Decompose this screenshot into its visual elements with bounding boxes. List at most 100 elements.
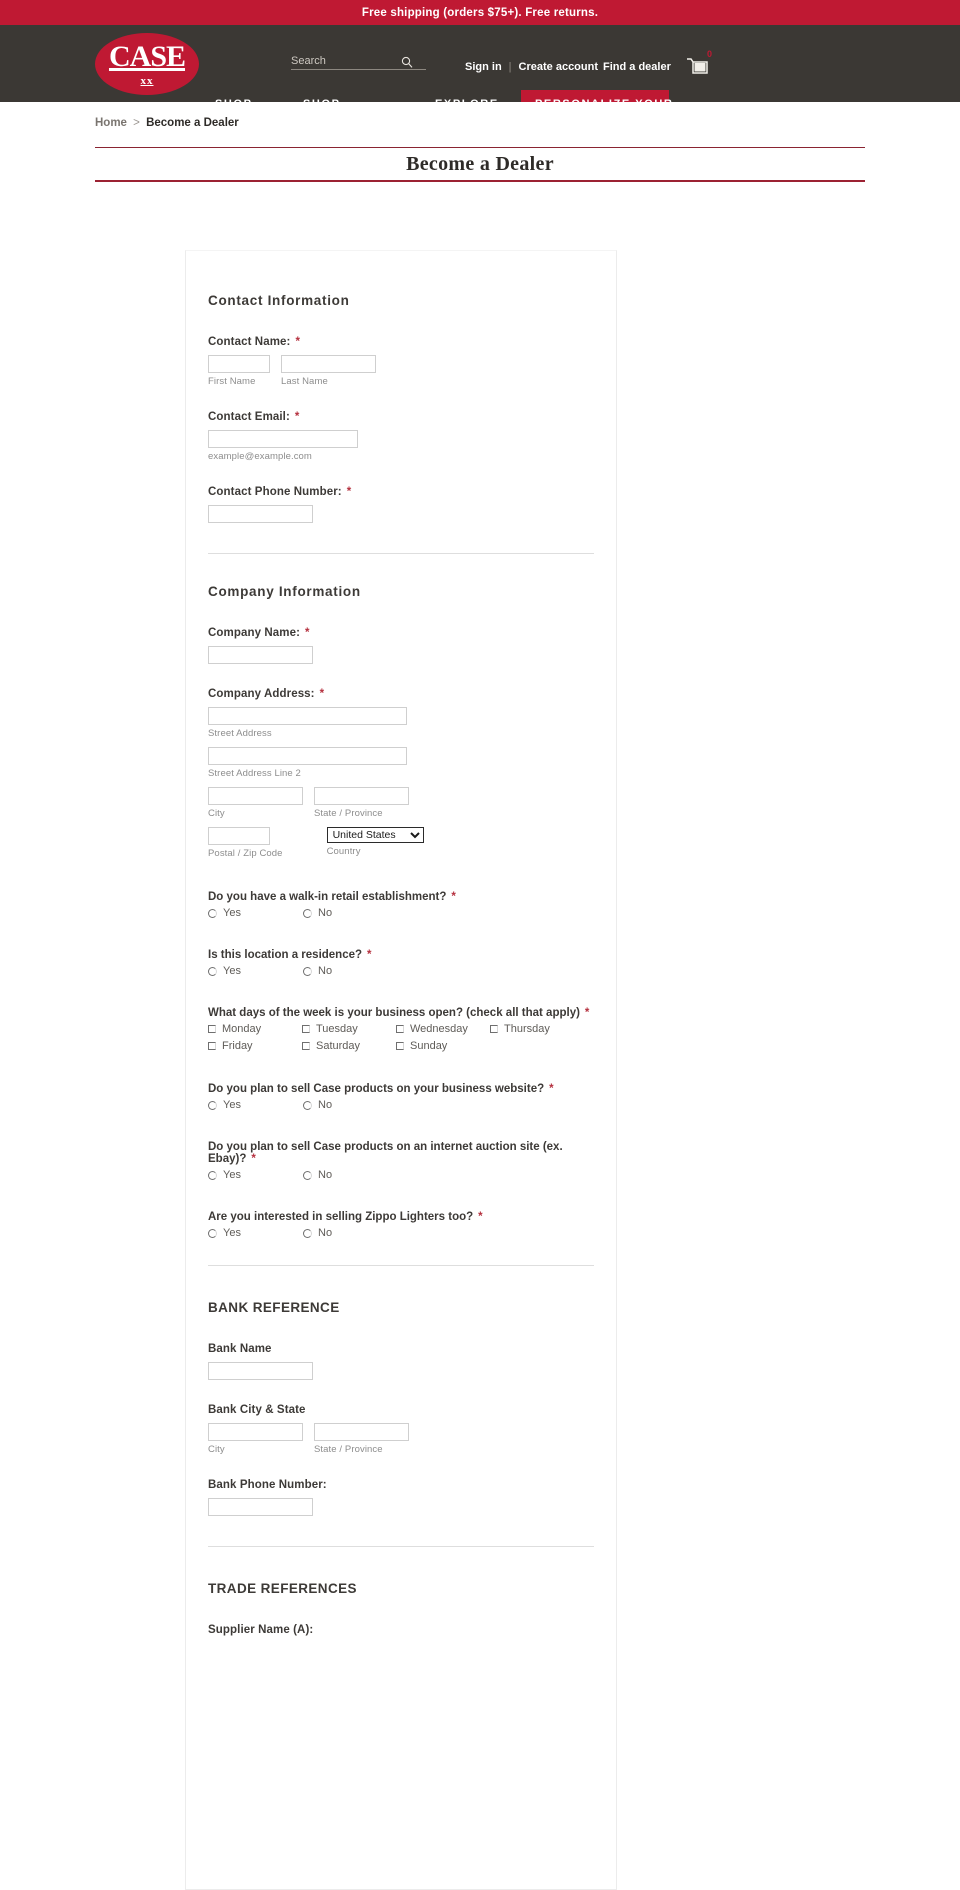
checkbox-day-wednesday[interactable]: Wednesday: [396, 1023, 490, 1035]
checkbox-icon[interactable]: [302, 1042, 310, 1050]
label-question-location-residence-text: Is this location a residence?: [208, 949, 363, 961]
radio-walk-in-retail-yes[interactable]: Yes: [208, 907, 303, 919]
brand-logo-word: CASE: [108, 40, 186, 73]
input-contact-phone[interactable]: [208, 505, 313, 523]
sublabel-company-postal: Postal / Zip Code: [208, 848, 283, 859]
radio-icon[interactable]: [208, 908, 217, 918]
radio-zippo-lighters-yes-label: Yes: [223, 1227, 241, 1239]
checkbox-day-monday[interactable]: Monday: [208, 1023, 302, 1035]
brand-logo-mark: xx: [140, 75, 154, 87]
radio-icon[interactable]: [303, 1228, 312, 1238]
checkbox-day-tuesday[interactable]: Tuesday: [302, 1023, 396, 1035]
sign-in-link[interactable]: Sign in: [465, 61, 502, 73]
checkbox-day-saturday[interactable]: Saturday: [302, 1040, 396, 1052]
radio-icon[interactable]: [208, 1100, 217, 1110]
radio-icon[interactable]: [303, 1100, 312, 1110]
input-contact-email[interactable]: [208, 430, 358, 448]
nav-item-personalize-your-blade[interactable]: PERSONALIZE YOUR BLADE: [521, 90, 672, 102]
label-company-name-text: Company Name:: [208, 627, 301, 639]
input-company-state[interactable]: [314, 787, 409, 805]
input-bank-phone[interactable]: [208, 1498, 313, 1516]
sublabel-last-name: Last Name: [281, 376, 328, 387]
input-company-postal[interactable]: [208, 827, 270, 845]
label-company-address: Company Address: *: [208, 688, 594, 700]
section-divider-2: [208, 1265, 594, 1266]
radio-location-residence-yes[interactable]: Yes: [208, 965, 303, 977]
label-question-sell-on-website: Do you plan to sell Case products on you…: [208, 1083, 594, 1095]
checkbox-day-tuesday-label: Tuesday: [316, 1023, 358, 1035]
radio-icon[interactable]: [208, 1170, 217, 1180]
nav-item-shop-knives[interactable]: SHOP KNIVES: [215, 95, 303, 102]
required-marker: *: [319, 688, 325, 700]
input-street-address[interactable]: [208, 707, 407, 725]
breadcrumb-home[interactable]: Home: [95, 117, 127, 129]
field-bank-name: Bank Name: [208, 1343, 594, 1380]
label-contact-phone-text: Contact Phone Number:: [208, 486, 342, 498]
nav-item-shop-accessories[interactable]: SHOP ACCESSORIES: [303, 95, 435, 102]
sublabel-company-state: State / Province: [314, 808, 383, 819]
radio-icon[interactable]: [208, 966, 217, 976]
checkbox-day-sunday[interactable]: Sunday: [396, 1040, 490, 1052]
brand-logo[interactable]: CASE xx: [95, 33, 199, 95]
radio-icon[interactable]: [303, 908, 312, 918]
radio-sell-on-auction-site-yes[interactable]: Yes: [208, 1169, 303, 1181]
label-contact-phone: Contact Phone Number: *: [208, 486, 594, 498]
radio-icon[interactable]: [303, 966, 312, 976]
label-company-address-text: Company Address:: [208, 688, 315, 700]
radio-sell-on-website-no[interactable]: No: [303, 1099, 398, 1111]
label-bank-city-state: Bank City & State: [208, 1404, 306, 1416]
label-question-walk-in-retail-text: Do you have a walk-in retail establishme…: [208, 891, 447, 903]
input-first-name[interactable]: [208, 355, 270, 373]
radio-sell-on-website-yes[interactable]: Yes: [208, 1099, 303, 1111]
search-input[interactable]: [291, 55, 401, 67]
checkbox-icon[interactable]: [208, 1025, 216, 1033]
radio-zippo-lighters-yes[interactable]: Yes: [208, 1227, 303, 1239]
field-contact-phone: Contact Phone Number: *: [208, 486, 594, 523]
label-question-zippo-lighters: Are you interested in selling Zippo Ligh…: [208, 1211, 594, 1223]
radio-sell-on-website-no-label: No: [318, 1099, 333, 1111]
checkbox-day-friday[interactable]: Friday: [208, 1040, 302, 1052]
select-company-country[interactable]: United States: [326, 827, 424, 843]
cart-button[interactable]: 0: [684, 49, 712, 79]
radio-sell-on-auction-site-yes-label: Yes: [223, 1169, 241, 1181]
find-a-dealer-link[interactable]: Find a dealer: [603, 61, 671, 73]
radio-icon[interactable]: [208, 1228, 217, 1238]
radio-walk-in-retail-no[interactable]: No: [303, 907, 398, 919]
checkbox-day-thursday[interactable]: Thursday: [490, 1023, 584, 1035]
radio-walk-in-retail-no-label: No: [318, 907, 333, 919]
input-street-address-2[interactable]: [208, 747, 407, 765]
checkbox-icon[interactable]: [490, 1025, 498, 1033]
section-heading-contact-information: Contact Information: [208, 293, 350, 308]
input-company-city[interactable]: [208, 787, 303, 805]
nav-item-explore-case-line1: EXPLORE: [435, 95, 521, 102]
search-bar[interactable]: [291, 55, 426, 70]
create-account-link[interactable]: Create account: [519, 61, 598, 73]
account-links: Sign in | Create account: [465, 61, 598, 73]
checkbox-icon[interactable]: [302, 1025, 310, 1033]
main-navigation: SHOP KNIVES SHOP ACCESSORIES EXPLORE CAS…: [215, 90, 960, 102]
radio-zippo-lighters-no[interactable]: No: [303, 1227, 398, 1239]
checkbox-day-monday-label: Monday: [222, 1023, 262, 1035]
radio-location-residence-yes-label: Yes: [223, 965, 241, 977]
link-separator: |: [508, 61, 512, 73]
radio-icon[interactable]: [303, 1170, 312, 1180]
input-last-name[interactable]: [281, 355, 376, 373]
search-icon[interactable]: [401, 55, 413, 68]
checkbox-icon[interactable]: [396, 1042, 404, 1050]
radio-walk-in-retail-yes-label: Yes: [223, 907, 241, 919]
input-bank-state[interactable]: [314, 1423, 409, 1441]
page-title-block: Become a Dealer: [95, 147, 865, 182]
checkbox-icon[interactable]: [396, 1025, 404, 1033]
input-bank-name[interactable]: [208, 1362, 313, 1380]
radio-sell-on-auction-site-no[interactable]: No: [303, 1169, 398, 1181]
input-company-name[interactable]: [208, 646, 313, 664]
required-marker: *: [251, 1153, 256, 1165]
field-contact-name: Contact Name: * First Name Last Name: [208, 336, 594, 387]
radio-location-residence-no[interactable]: No: [303, 965, 398, 977]
nav-item-explore-case[interactable]: EXPLORE CASE: [435, 95, 521, 102]
required-marker: *: [305, 627, 310, 639]
question-walk-in-retail: Do you have a walk-in retail establishme…: [208, 891, 594, 919]
breadcrumb-separator: >: [133, 117, 140, 129]
input-bank-city[interactable]: [208, 1423, 303, 1441]
checkbox-icon[interactable]: [208, 1042, 216, 1050]
